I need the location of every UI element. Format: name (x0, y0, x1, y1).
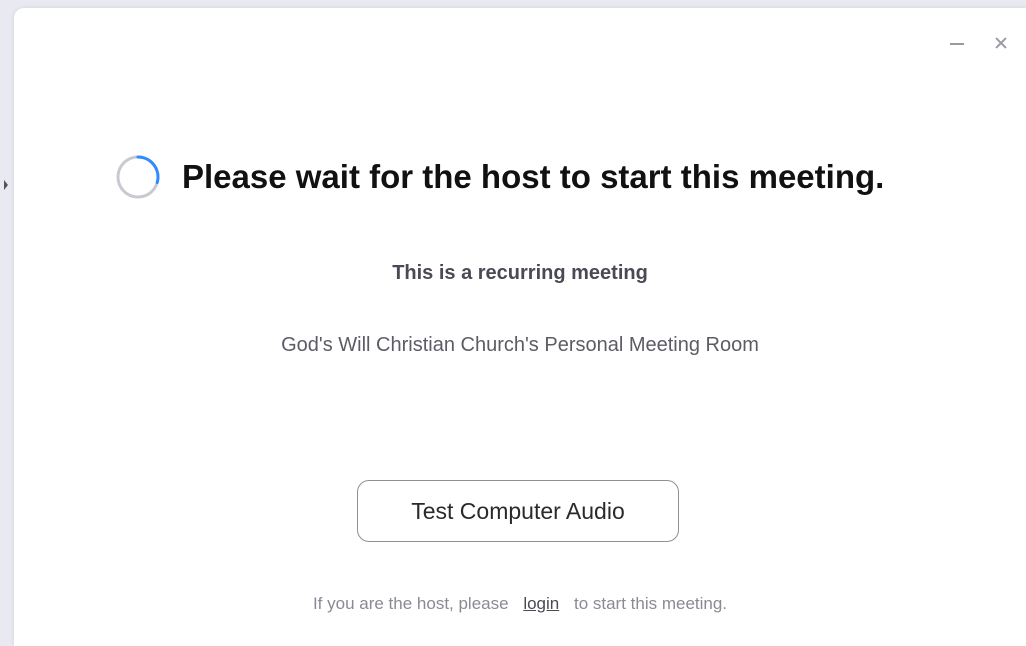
close-icon[interactable] (992, 34, 1010, 52)
host-hint-prefix: If you are the host, please (312, 594, 509, 613)
meeting-room-name: God's Will Christian Church's Personal M… (281, 334, 759, 356)
page-title: Please wait for the host to start this m… (182, 158, 885, 195)
minimize-icon[interactable] (948, 34, 966, 52)
test-computer-audio-button[interactable]: Test Computer Audio (357, 480, 679, 542)
heading-row: Please wait for the host to start this m… (114, 153, 884, 201)
edge-arrow-icon (4, 180, 8, 190)
host-hint-suffix: to start this meeting. (573, 594, 728, 613)
loading-spinner-icon (116, 155, 160, 199)
waiting-room-dialog: Please wait for the host to start this m… (14, 8, 1026, 646)
recurring-meeting-label: This is a recurring meeting (392, 262, 648, 284)
host-login-hint: If you are the host, please login to sta… (14, 594, 1026, 614)
window-controls (948, 34, 1010, 52)
login-link[interactable]: login (523, 594, 559, 613)
